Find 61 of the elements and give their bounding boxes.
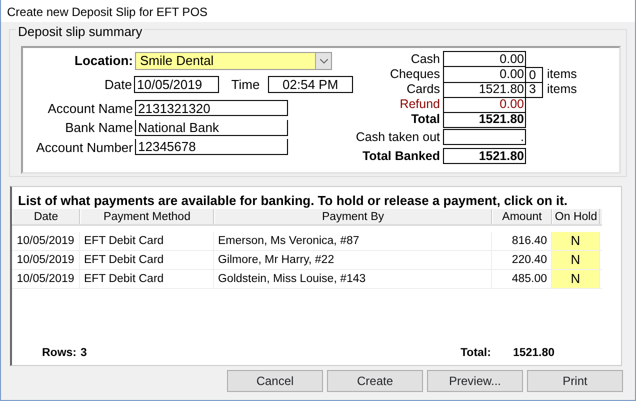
rows-label: Rows:	[42, 346, 76, 361]
table-cell: EFT Debit Card	[80, 270, 214, 288]
table-cell: N	[552, 232, 600, 250]
count-field: 3	[526, 82, 543, 98]
table-cell: N	[552, 270, 600, 288]
table-cell: Gilmore, Mr Harry, #22	[214, 251, 492, 269]
rows-count: 3	[80, 346, 88, 361]
column-header[interactable]: Payment Method	[80, 209, 214, 224]
table-cell: 10/05/2019	[12, 251, 80, 269]
amount-field: 1521.80	[443, 112, 526, 128]
total-label: Cheques	[388, 66, 441, 84]
table-cell: Emerson, Ms Veronica, #87	[214, 232, 492, 250]
table-cell: Goldstein, Miss Louise, #143	[214, 270, 492, 288]
total-label: Total	[410, 111, 441, 128]
total-value: 1521.80	[512, 346, 555, 361]
amount-field: 1521.80	[443, 82, 526, 98]
total-label: Refund	[398, 96, 441, 114]
window-title: Create new Deposit Slip for EFT POS	[1, 0, 635, 22]
table-cell: EFT Debit Card	[80, 232, 214, 250]
time-field[interactable]: 02:54 PM	[268, 76, 353, 94]
total-label: Total:	[460, 346, 491, 361]
amount-field: 0.00	[443, 51, 526, 67]
column-header[interactable]: On Hold	[552, 209, 600, 224]
text-field[interactable]: National Bank	[135, 120, 288, 136]
amount-field: 0.00	[443, 66, 526, 82]
field-label: Bank Name	[64, 119, 134, 137]
field-label: Account Number	[35, 138, 134, 156]
table-row[interactable]: 10/05/2019 EFT Debit Card Emerson, Ms Veronica, #87 816.40 N	[12, 232, 602, 251]
count-field: 0	[526, 66, 543, 82]
dialog-button[interactable]: Cancel	[227, 370, 323, 392]
date-label: Date	[104, 76, 134, 94]
table-row[interactable]: 10/05/2019 EFT Debit Card Gilmore, Mr Harry, #22 220.40 N	[12, 251, 602, 270]
date-field[interactable]: 10/05/2019	[134, 76, 220, 94]
amount-field: 0.00	[443, 96, 526, 112]
column-header[interactable]: Amount	[492, 209, 552, 224]
text-field[interactable]: 2131321320	[135, 100, 288, 116]
table-cell: 10/05/2019	[12, 232, 80, 250]
table-cell: N	[552, 251, 600, 269]
time-label: Time	[230, 76, 261, 94]
column-header[interactable]: Date	[12, 209, 80, 224]
dialog-button[interactable]: Print	[527, 370, 623, 392]
amount-field: 1521.80	[443, 148, 526, 164]
column-header[interactable]: Payment By	[214, 209, 492, 224]
amount-field[interactable]: .	[443, 129, 526, 145]
location-dropdown[interactable]: Smile Dental	[135, 52, 332, 70]
table-cell: 10/05/2019	[12, 270, 80, 288]
text-field[interactable]: 12345678	[135, 139, 288, 156]
total-label: Cash taken out	[354, 128, 441, 146]
grid-heading: List of what payments are available for banking. To hold or release a payment, click on it.	[17, 192, 569, 209]
field-label: Account Name	[46, 100, 134, 118]
unit-label: items	[546, 81, 577, 98]
table-row[interactable]: 10/05/2019 EFT Debit Card Goldstein, Miss Louise, #143 485.00 N	[12, 270, 602, 289]
total-label: Cards	[406, 81, 441, 98]
dialog-button[interactable]: Create	[327, 370, 423, 392]
caret-icon	[315, 53, 331, 69]
unit-label: items	[546, 66, 577, 84]
table-cell: EFT Debit Card	[80, 251, 214, 269]
total-label: Total Banked	[361, 148, 441, 165]
total-label: Cash	[410, 50, 441, 68]
location-label: Location:	[74, 52, 134, 70]
dialog-button[interactable]: Preview...	[427, 370, 523, 392]
